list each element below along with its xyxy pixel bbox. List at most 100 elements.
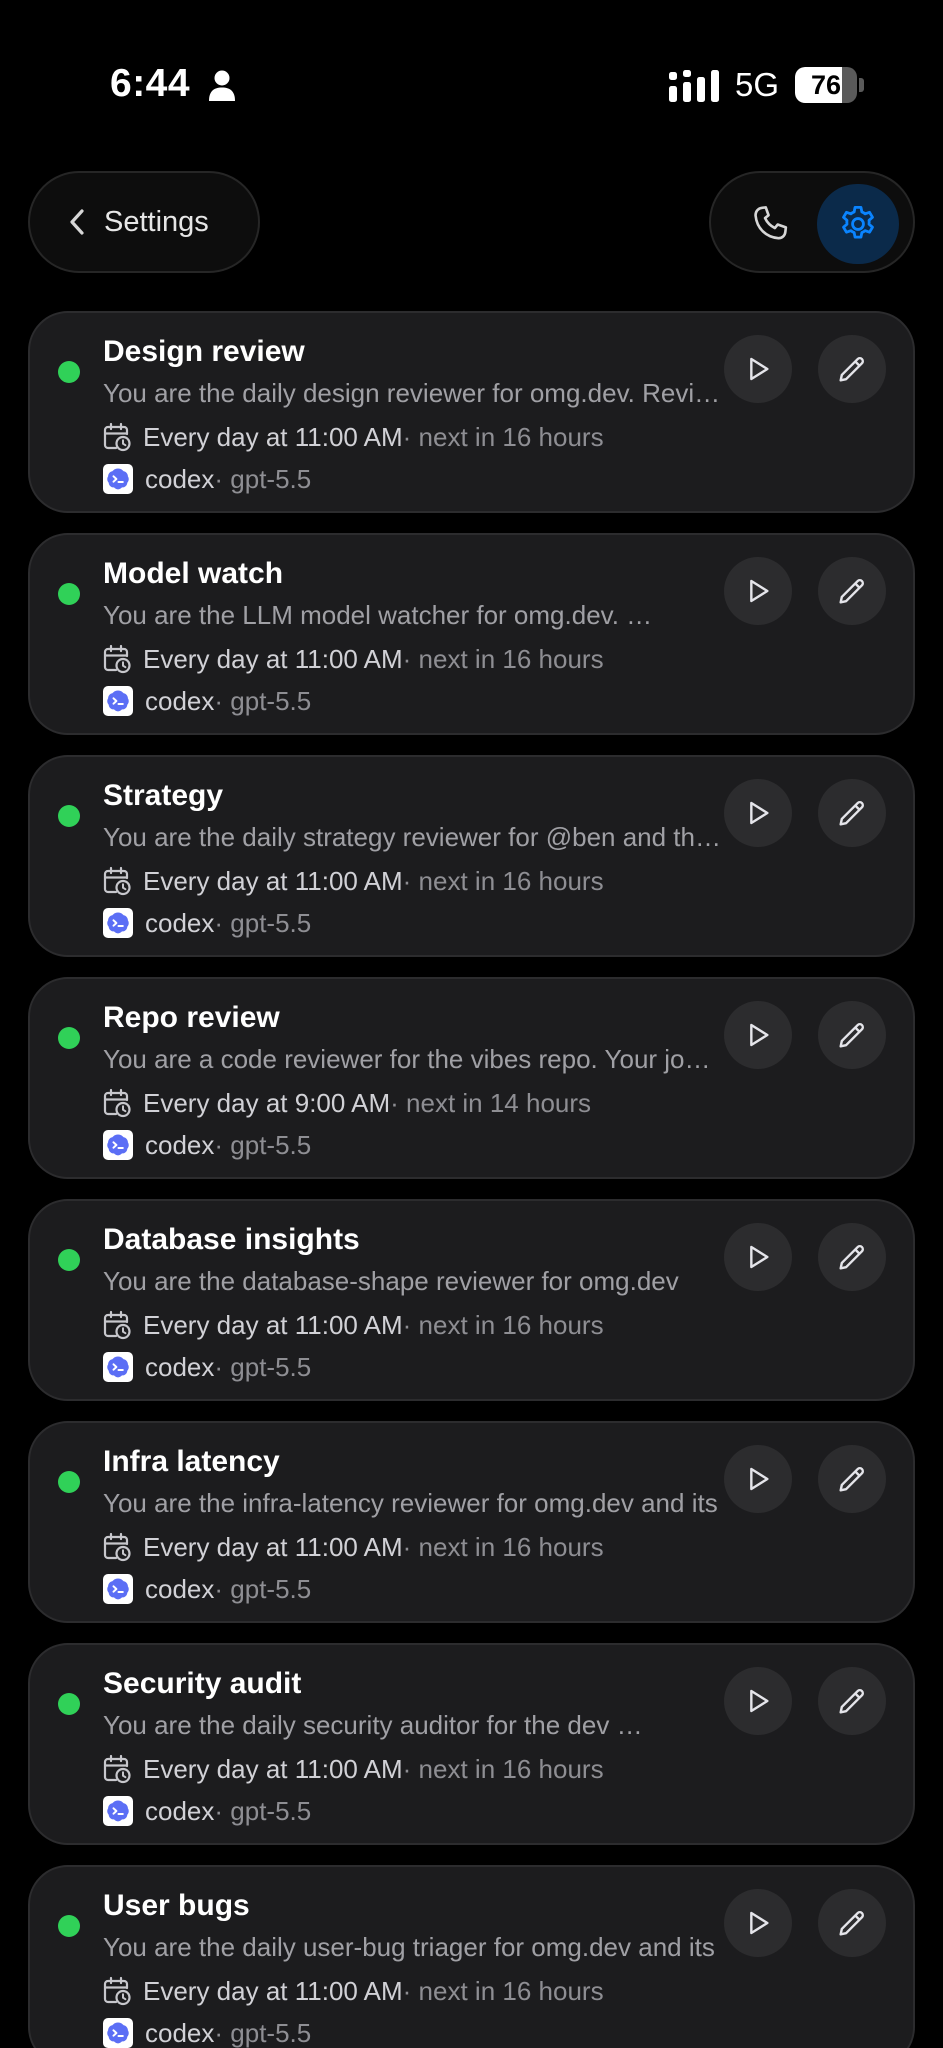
codex-icon <box>103 1574 133 1604</box>
task-agent: codex · gpt-5.5 <box>103 1572 311 1606</box>
agent-name: codex <box>145 685 215 716</box>
agent-model: · gpt-5.5 <box>214 1351 312 1382</box>
task-schedule: Every day at 11:00 AM · next in 16 hours <box>103 642 604 676</box>
status-bar: 6:44 5G 76 <box>0 0 943 150</box>
schedule-time: Every day at 11:00 AM <box>143 1309 403 1340</box>
edit-task-button[interactable] <box>818 1445 886 1513</box>
task-description: You are the LLM model watcher for omg.de… <box>103 600 653 630</box>
pencil-icon <box>839 1245 864 1270</box>
run-task-button[interactable] <box>724 1889 792 1957</box>
edit-task-button[interactable] <box>818 557 886 625</box>
edit-task-button[interactable] <box>818 779 886 847</box>
active-status-dot <box>58 1249 80 1271</box>
run-task-button[interactable] <box>724 1445 792 1513</box>
signal-icon <box>669 70 719 102</box>
task-title: Security audit <box>103 1667 302 1700</box>
task-card[interactable]: Repo review You are a code reviewer for … <box>28 977 915 1179</box>
edit-task-button[interactable] <box>818 1667 886 1735</box>
pencil-icon <box>839 357 864 382</box>
calendar-clock-icon <box>103 1976 131 2006</box>
back-button[interactable]: Settings <box>28 171 260 273</box>
task-card[interactable]: Model watch You are the LLM model watche… <box>28 533 915 735</box>
agent-name: codex <box>145 1129 215 1160</box>
run-task-button[interactable] <box>724 557 792 625</box>
task-title: User bugs <box>103 1889 250 1922</box>
schedule-time: Every day at 11:00 AM <box>143 1975 403 2006</box>
active-status-dot <box>58 361 80 383</box>
task-card[interactable]: Design review You are the daily design r… <box>28 311 915 513</box>
task-agent: codex · gpt-5.5 <box>103 1794 311 1828</box>
play-icon <box>750 1911 769 1935</box>
task-card[interactable]: Strategy You are the daily strategy revi… <box>28 755 915 957</box>
pencil-icon <box>839 1911 864 1936</box>
schedule-time: Every day at 9:00 AM <box>143 1087 391 1118</box>
agent-name: codex <box>145 1573 215 1604</box>
schedule-time: Every day at 11:00 AM <box>143 865 403 896</box>
task-card[interactable]: Database insights You are the database-s… <box>28 1199 915 1401</box>
codex-icon <box>103 908 133 938</box>
agent-name: codex <box>145 463 215 494</box>
agent-model: · gpt-5.5 <box>214 1129 312 1160</box>
active-status-dot <box>58 1915 80 1937</box>
header-actions <box>709 171 915 273</box>
pencil-icon <box>839 1689 864 1714</box>
calendar-clock-icon <box>103 644 131 674</box>
pencil-icon <box>839 1023 864 1048</box>
task-schedule: Every day at 11:00 AM · next in 16 hours <box>103 420 604 454</box>
settings-button[interactable] <box>817 184 899 264</box>
schedule-next-run: · next in 16 hours <box>402 1975 604 2006</box>
task-list: Design review You are the daily design r… <box>28 311 915 2048</box>
task-agent: codex · gpt-5.5 <box>103 462 311 496</box>
agent-model: · gpt-5.5 <box>214 463 312 494</box>
codex-icon <box>103 1352 133 1382</box>
edit-task-button[interactable] <box>818 1001 886 1069</box>
calendar-clock-icon <box>103 1754 131 1784</box>
network-type: 5G <box>735 66 780 103</box>
agent-name: codex <box>145 1351 215 1382</box>
codex-icon <box>103 1130 133 1160</box>
chevron-left-icon <box>70 209 84 235</box>
task-agent: codex · gpt-5.5 <box>103 684 311 718</box>
run-task-button[interactable] <box>724 335 792 403</box>
agent-name: codex <box>145 907 215 938</box>
calendar-clock-icon <box>103 1088 131 1118</box>
task-card[interactable]: User bugs You are the daily user-bug tri… <box>28 1865 915 2048</box>
person-icon <box>209 70 235 101</box>
task-description: You are the daily design reviewer for om… <box>103 378 723 408</box>
phone-button[interactable] <box>735 188 807 260</box>
pencil-icon <box>839 801 864 826</box>
task-schedule: Every day at 11:00 AM · next in 16 hours <box>103 1752 604 1786</box>
agent-model: · gpt-5.5 <box>214 1795 312 1826</box>
calendar-clock-icon <box>103 422 131 452</box>
task-card[interactable]: Infra latency You are the infra-latency … <box>28 1421 915 1623</box>
agent-name: codex <box>145 2017 215 2048</box>
task-schedule: Every day at 11:00 AM · next in 16 hours <box>103 1974 604 2008</box>
codex-icon <box>103 1796 133 1826</box>
edit-task-button[interactable] <box>818 1889 886 1957</box>
task-schedule: Every day at 11:00 AM · next in 16 hours <box>103 1530 604 1564</box>
edit-task-button[interactable] <box>818 335 886 403</box>
task-description: You are the database-shape reviewer for … <box>103 1266 679 1296</box>
calendar-clock-icon <box>103 866 131 896</box>
task-title: Design review <box>103 335 305 368</box>
task-description: You are the daily security auditor for t… <box>103 1710 643 1740</box>
codex-icon <box>103 2018 133 2048</box>
run-task-button[interactable] <box>724 779 792 847</box>
schedule-next-run: · next in 16 hours <box>402 1753 604 1784</box>
gear-icon <box>842 205 874 239</box>
agent-model: · gpt-5.5 <box>214 907 312 938</box>
battery-level: 76 <box>810 70 842 100</box>
schedule-time: Every day at 11:00 AM <box>143 1531 403 1562</box>
task-schedule: Every day at 11:00 AM · next in 16 hours <box>103 1308 604 1342</box>
run-task-button[interactable] <box>724 1667 792 1735</box>
run-task-button[interactable] <box>724 1001 792 1069</box>
status-time: 6:44 <box>110 62 191 105</box>
run-task-button[interactable] <box>724 1223 792 1291</box>
task-title: Model watch <box>103 557 284 590</box>
edit-task-button[interactable] <box>818 1223 886 1291</box>
task-title: Repo review <box>103 1001 280 1034</box>
battery-icon: 76 <box>795 67 865 103</box>
task-card[interactable]: Security audit You are the daily securit… <box>28 1643 915 1845</box>
schedule-time: Every day at 11:00 AM <box>143 421 403 452</box>
task-title: Strategy <box>103 779 224 812</box>
